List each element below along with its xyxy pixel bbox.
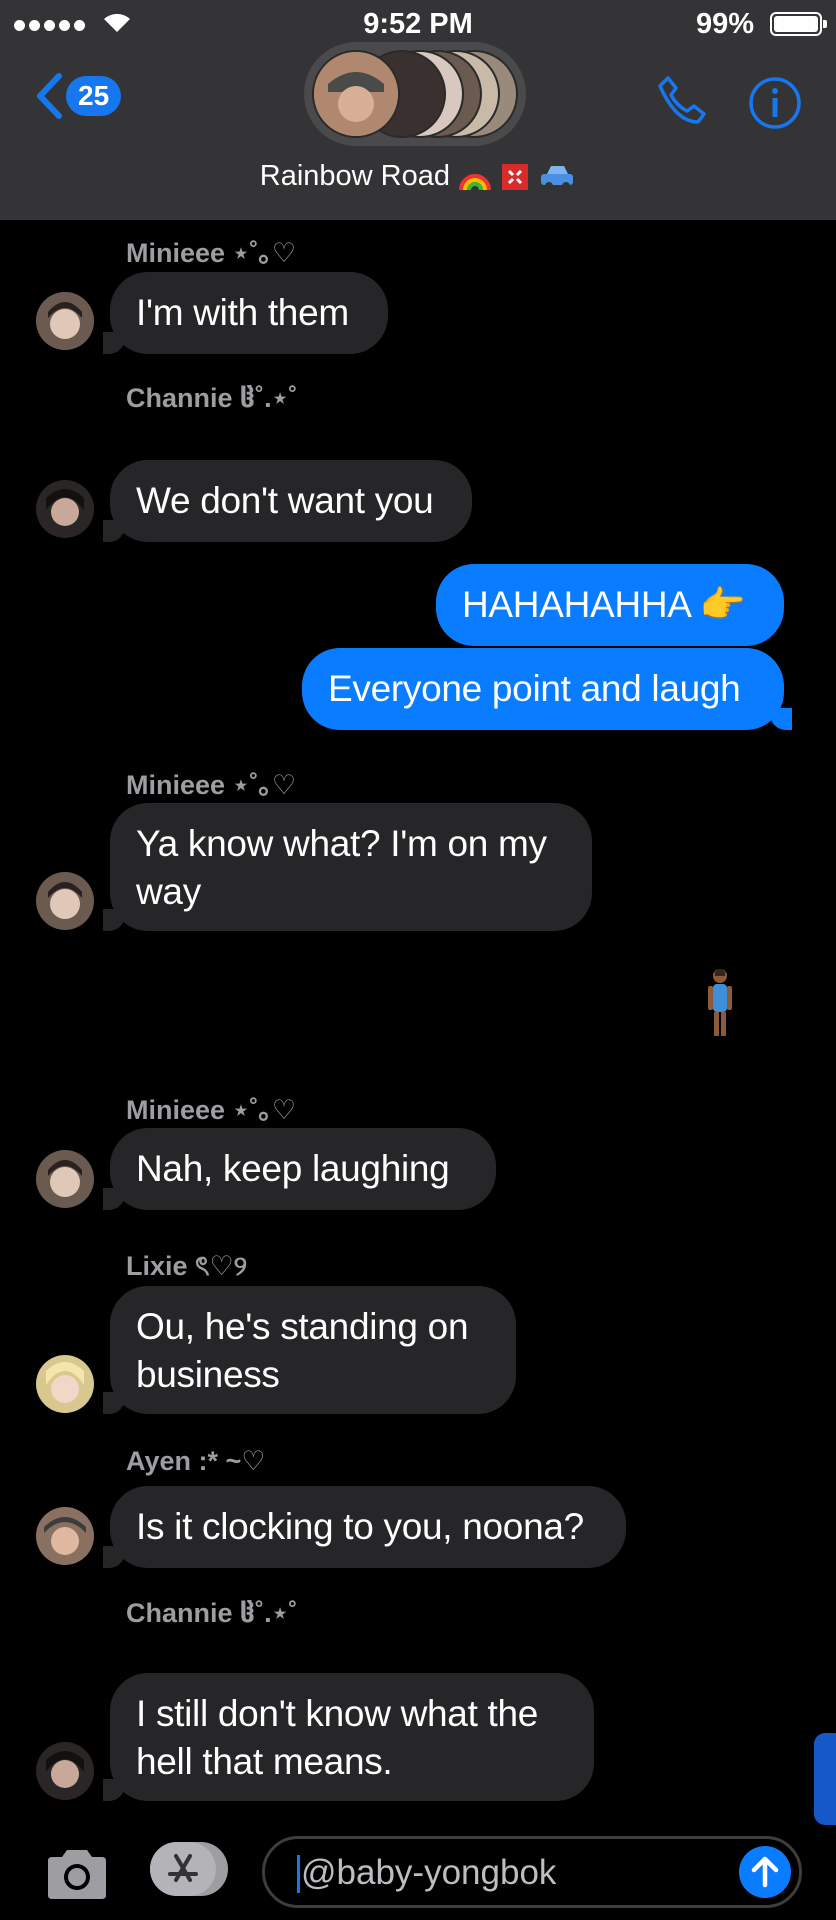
sender-avatar[interactable] bbox=[36, 1742, 94, 1800]
sender-name: Minieee ⋆˚｡♡ bbox=[126, 238, 297, 268]
app-store-button[interactable] bbox=[150, 1842, 228, 1896]
message-text: Everyone point and laugh bbox=[328, 668, 741, 709]
sender-avatar[interactable] bbox=[36, 872, 94, 930]
sender-name: Channie ჱ˚.⋆˚ bbox=[126, 383, 298, 413]
message-bubble[interactable]: I still don't know what the hell that me… bbox=[103, 1673, 594, 1801]
sender-avatar[interactable] bbox=[36, 292, 94, 350]
message-text: We don't want you bbox=[136, 480, 434, 521]
text-caret bbox=[297, 1855, 300, 1893]
app-store-icon bbox=[150, 1842, 216, 1896]
unread-count-badge: 25 bbox=[66, 76, 122, 116]
sender-name: Minieee ⋆˚｡♡ bbox=[126, 1095, 297, 1125]
battery-percent: 99% bbox=[695, 8, 754, 40]
status-bar: 9:52 PM 99% bbox=[0, 6, 836, 46]
sender-name: Lixie ৎ♡୨ bbox=[126, 1251, 248, 1281]
message-bubble[interactable]: Everyone point and laugh bbox=[302, 648, 792, 730]
member-avatar bbox=[312, 50, 400, 138]
standing-person-emoji-icon bbox=[708, 969, 732, 1036]
message-input[interactable]: @baby-yongbok bbox=[262, 1836, 802, 1908]
info-icon[interactable] bbox=[748, 76, 802, 130]
sender-name: Ayen :* ~♡ bbox=[126, 1446, 266, 1476]
back-button[interactable]: 25 bbox=[34, 72, 122, 120]
message-text-line: business bbox=[136, 1354, 280, 1395]
arrow-up-icon bbox=[751, 1856, 779, 1888]
message-text-line: Ou, he's standing on bbox=[136, 1306, 469, 1347]
message-bubble[interactable]: I'm with them bbox=[103, 272, 388, 354]
chevron-left-icon bbox=[37, 73, 62, 119]
message-bubble[interactable]: Nah, keep laughing bbox=[103, 1128, 496, 1210]
message-text: HAHAHAHHA 👉 bbox=[462, 584, 746, 625]
sender-avatar[interactable] bbox=[36, 1150, 94, 1208]
phone-call-icon[interactable] bbox=[656, 74, 708, 126]
anger-symbol-icon bbox=[502, 164, 529, 191]
rainbow-emoji-icon bbox=[459, 174, 492, 191]
message-text-line: Ya know what? I'm on my bbox=[136, 823, 547, 864]
message-text-line: I still don't know what the bbox=[136, 1693, 539, 1734]
group-title[interactable]: Rainbow Road bbox=[0, 160, 836, 193]
group-avatar-stack[interactable] bbox=[304, 42, 526, 146]
message-bubble[interactable]: Is it clocking to you, noona? bbox=[103, 1486, 626, 1568]
message-text: Nah, keep laughing bbox=[136, 1148, 450, 1189]
message-text-line: way bbox=[136, 871, 201, 912]
sender-avatar[interactable] bbox=[36, 1355, 94, 1413]
message-input-text: @baby-yongbok bbox=[301, 1853, 557, 1892]
battery-icon bbox=[770, 12, 827, 36]
message-text: I'm with them bbox=[136, 292, 349, 333]
message-bubble[interactable]: Ya know what? I'm on my way bbox=[103, 803, 592, 931]
send-button[interactable] bbox=[739, 1846, 791, 1898]
camera-icon[interactable] bbox=[44, 1847, 110, 1901]
sender-name: Minieee ⋆˚｡♡ bbox=[126, 770, 297, 800]
message-bubble[interactable]: We don't want you bbox=[103, 460, 472, 542]
sender-avatar[interactable] bbox=[36, 480, 94, 538]
scroll-indicator[interactable] bbox=[814, 1733, 836, 1825]
message-bubble[interactable]: HAHAHAHHA 👉 bbox=[436, 564, 784, 646]
sender-avatar[interactable] bbox=[36, 1507, 94, 1565]
message-bubble[interactable]: Ou, he's standing on business bbox=[103, 1286, 516, 1414]
sender-name: Channie ჱ˚.⋆˚ bbox=[126, 1598, 298, 1628]
message-text: Is it clocking to you, noona? bbox=[136, 1506, 584, 1547]
group-name-text: Rainbow Road bbox=[259, 160, 451, 192]
car-emoji-icon bbox=[541, 166, 574, 191]
message-text-line: hell that means. bbox=[136, 1741, 393, 1782]
conversation-header: 9:52 PM 99% 25 Rainbow Road bbox=[0, 0, 836, 220]
